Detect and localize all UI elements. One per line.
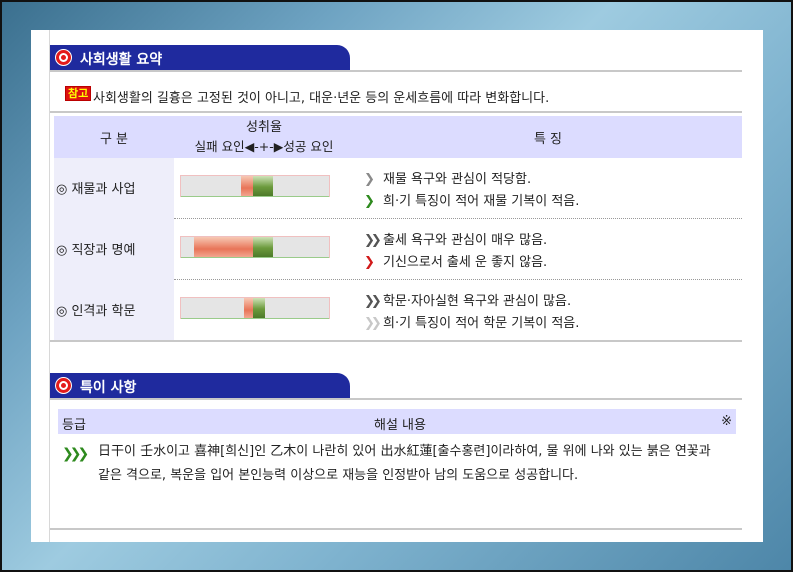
feature-text: 기신으로서 출세 운 좋지 않음.	[383, 255, 548, 270]
table-row: ◎ 인격과 학문 ❯❯ 학문·자아실현 욕구와 관심이 많음. ❯❯ 희·기 특징이 적…	[54, 280, 742, 341]
note-text: 사회생활의 길흉은 고정된 것이 아니고, 대운·년운 등의 운세흐름에 따라 …	[93, 91, 550, 106]
feature-line: ❯❯ 출세 욕구와 관심이 매우 많음.	[364, 229, 547, 248]
note-box: 참고 사회생활의 길흉은 고정된 것이 아니고, 대운·년운 등의 운세흐름에 …	[50, 78, 742, 112]
feature-line: ❯❯ 희·기 특징이 적어 학문 기복이 적음.	[364, 312, 579, 331]
row-features: ❯❯ 학문·자아실현 욕구와 관심이 많음. ❯❯ 희·기 특징이 적어 학문 기복이…	[364, 280, 742, 341]
section-underline	[50, 70, 742, 72]
row-category-label: ◎ 재물과 사업	[56, 182, 136, 197]
row-category: ◎ 재물과 사업	[54, 158, 174, 219]
feature-line: ❯ 기신으로서 출세 운 좋지 않음.	[364, 251, 547, 270]
section-underline	[50, 398, 742, 400]
header-grade: 등급	[62, 418, 86, 433]
table-bottom-line	[50, 340, 742, 342]
special-section-header: 특이 사항	[50, 373, 350, 399]
feature-text: 학문·자아실현 욕구와 관심이 많음.	[383, 294, 572, 309]
row-category: ◎ 인격과 학문	[54, 280, 174, 341]
header-features: 특 징	[533, 132, 563, 147]
chevron-icon: ❯❯	[364, 316, 382, 331]
table-row: ◎ 직장과 명예 ❯❯ 출세 욕구와 관심이 매우 많음. ❯ 기신으로서 출세 운 좋…	[54, 219, 742, 280]
chevron-icon: ❯❯	[364, 294, 382, 309]
feature-text: 희·기 특징이 적어 학문 기복이 적음.	[383, 316, 580, 331]
header-mark: ※	[721, 414, 732, 429]
fail-segment	[194, 237, 253, 257]
chevron-icon: ❯	[364, 172, 375, 187]
feature-text: 재물 욕구와 관심이 적당함.	[383, 172, 532, 187]
row-category-label: ◎ 직장과 명예	[56, 243, 136, 258]
row-category-label: ◎ 인격과 학문	[56, 304, 136, 319]
feature-text: 희·기 특징이 적어 재물 기복이 적음.	[383, 194, 580, 209]
bar-baseline	[181, 257, 329, 258]
bar-baseline	[181, 196, 329, 197]
note-badge: 참고	[65, 86, 92, 101]
fail-segment	[241, 176, 253, 196]
special-section-title: 특이 사항	[80, 380, 137, 396]
chevron-icon: ❯	[364, 255, 375, 270]
triple-chevron-icon: ❯❯❯	[62, 446, 89, 462]
fail-segment	[244, 298, 253, 318]
note-underline	[50, 111, 742, 113]
feature-text: 출세 욕구와 관심이 매우 많음.	[383, 233, 548, 248]
row-features: ❯ 재물 욕구와 관심이 적당함. ❯ 희·기 특징이 적어 재물 기복이 적음.	[364, 158, 742, 219]
header-achievement-label: 성취율	[246, 120, 282, 135]
header-content: 해설 내용	[374, 418, 426, 433]
success-segment	[253, 298, 265, 318]
feature-line: ❯ 재물 욕구와 관심이 적당함.	[364, 168, 531, 187]
table-row: ◎ 재물과 사업 ❯ 재물 욕구와 관심이 적당함. ❯ 희·기 특징이 적어 재물 기…	[54, 158, 742, 219]
special-table-header: 등급 해설 내용 ※	[58, 409, 736, 434]
bar-baseline	[181, 318, 329, 319]
social-section-title: 사회생활 요약	[80, 52, 163, 68]
social-section-header: 사회생활 요약	[50, 45, 350, 71]
chevron-icon: ❯	[364, 194, 375, 209]
special-text: 日干이 壬水이고 喜神[희신]인 乙木이 나란히 있어 出水紅蓮[출수홍련]이라…	[98, 444, 711, 483]
success-segment	[253, 237, 273, 257]
circle-bullet-icon	[55, 49, 72, 66]
special-bottom-line	[50, 528, 742, 530]
row-category: ◎ 직장과 명예	[54, 219, 174, 280]
row-features: ❯❯ 출세 욕구와 관심이 매우 많음. ❯ 기신으로서 출세 운 좋지 않음.	[364, 219, 742, 280]
header-category: 구 분	[99, 132, 129, 147]
feature-line: ❯ 희·기 특징이 적어 재물 기복이 적음.	[364, 190, 579, 209]
feature-line: ❯❯ 학문·자아실현 욕구와 관심이 많음.	[364, 290, 571, 309]
achievement-bar	[180, 175, 330, 197]
success-segment	[253, 176, 273, 196]
summary-table-header: 구 분 성취율 실패 요인◀-+-▶성공 요인 특 징	[54, 116, 742, 158]
chevron-icon: ❯❯	[364, 233, 382, 248]
header-achievement-legend: 실패 요인◀-+-▶성공 요인	[194, 139, 334, 154]
circle-bullet-icon	[55, 377, 72, 394]
special-row: ❯❯❯ 日干이 壬水이고 喜神[희신]인 乙木이 나란히 있어 出水紅蓮[출수홍…	[58, 434, 736, 516]
achievement-bar	[180, 236, 330, 258]
achievement-bar	[180, 297, 330, 319]
header-achievement: 성취율 실패 요인◀-+-▶성공 요인	[174, 118, 354, 156]
